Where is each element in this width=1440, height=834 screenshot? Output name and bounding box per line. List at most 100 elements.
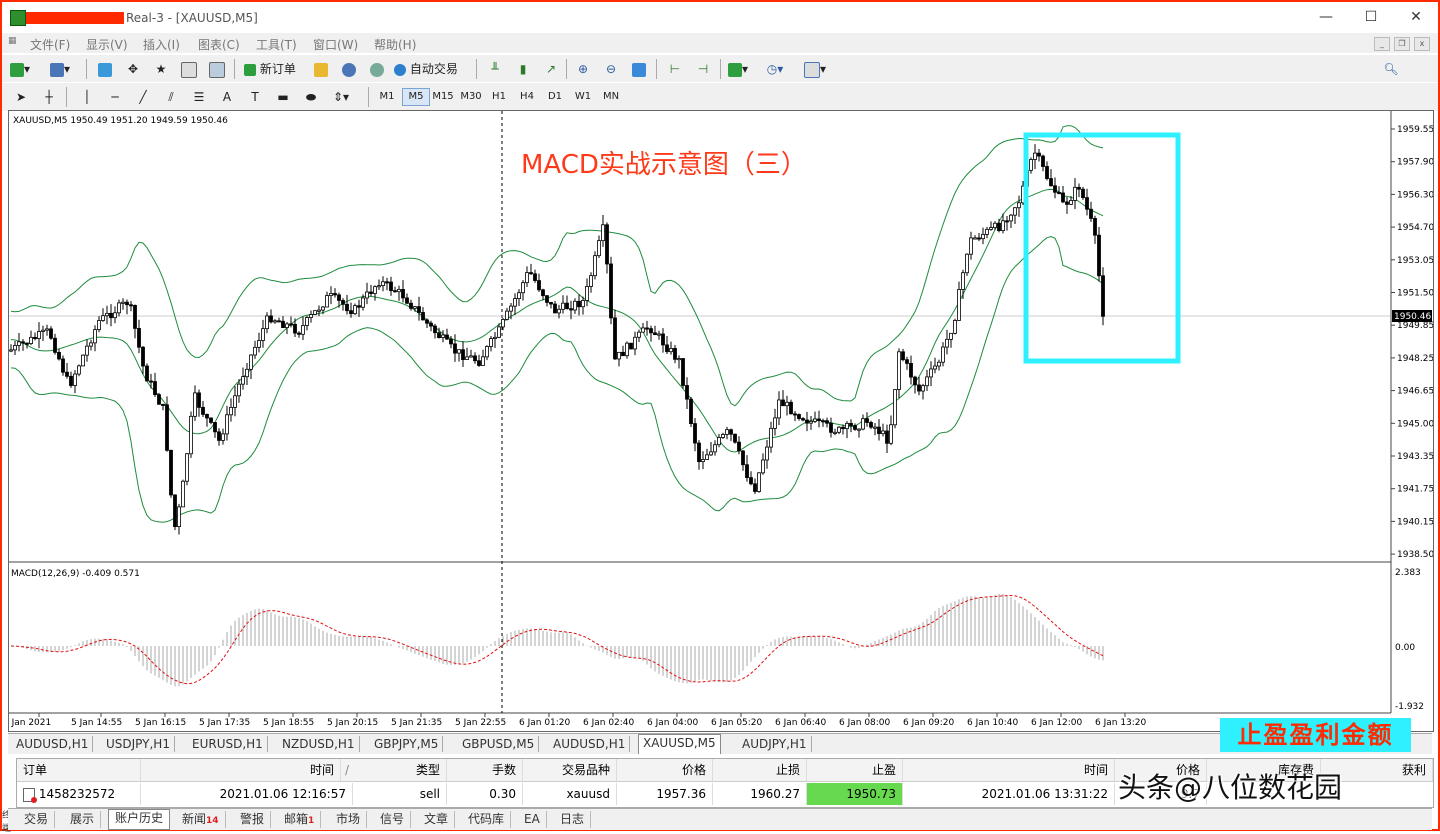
candle-body	[21, 341, 25, 344]
new-chart-icon[interactable]: ▾	[10, 60, 30, 78]
metaeditor-icon[interactable]	[312, 60, 330, 78]
line-chart-icon[interactable]: ↗	[542, 60, 560, 78]
tab-gbpusd-m5[interactable]: GBPUSD,M5	[458, 736, 540, 752]
tab-mailbox[interactable]: 邮箱1	[278, 811, 322, 828]
market-watch-icon[interactable]	[96, 60, 114, 78]
candle-body	[605, 224, 609, 265]
autoscroll-icon[interactable]: ⊢	[666, 60, 684, 78]
bar-chart-icon[interactable]: ╨	[486, 60, 504, 78]
zoom-in-icon[interactable]: ⊕	[574, 60, 592, 78]
timeframe-mn[interactable]: MN	[598, 88, 624, 106]
tile-windows-icon[interactable]	[630, 60, 648, 78]
menu-tools[interactable]: 工具(T)	[256, 36, 297, 53]
order-doc-icon	[23, 787, 37, 803]
terminal-icon[interactable]	[180, 60, 198, 78]
indicators-icon[interactable]: ▾	[728, 60, 748, 78]
fibonacci-icon[interactable]: ☰	[190, 88, 208, 106]
tab-audusd-h1[interactable]: AUDUSD,H1	[12, 736, 94, 752]
tab-exposure[interactable]: 展示	[64, 811, 102, 828]
tab-articles[interactable]: 文章	[418, 811, 456, 828]
col-type[interactable]: 类型	[353, 759, 447, 781]
equidistant-channel-icon[interactable]: ⫽	[162, 88, 180, 106]
maximize-button[interactable]: ☐	[1362, 8, 1380, 26]
chart-shift-icon[interactable]: ⊣	[694, 60, 712, 78]
candle-body	[537, 280, 541, 291]
mdi-minimize-button[interactable]: _	[1374, 37, 1390, 51]
timeframe-m15[interactable]: M15	[430, 88, 456, 106]
col-price[interactable]: 价格	[617, 759, 713, 781]
menu-file[interactable]: 文件(F)	[30, 36, 70, 53]
trendline-icon[interactable]: ╱	[134, 88, 152, 106]
periods-clock-icon[interactable]: ◷▾	[766, 60, 784, 78]
crosshair-icon[interactable]: ┼	[40, 88, 58, 106]
new-order-button[interactable]: 新订单	[244, 60, 304, 78]
col-tp[interactable]: 止盈	[807, 759, 903, 781]
tab-audusd-h1-2[interactable]: AUDUSD,H1	[549, 736, 631, 752]
tab-trade[interactable]: 交易	[18, 811, 56, 828]
text-tool-icon[interactable]: A	[218, 88, 236, 106]
candle-body	[29, 336, 33, 344]
timeframe-m1[interactable]: M1	[374, 88, 400, 106]
user-icon[interactable]	[340, 60, 358, 78]
tab-account-history[interactable]: 账户历史	[108, 809, 171, 830]
col-time[interactable]: 时间	[141, 759, 341, 781]
favorites-star-icon[interactable]: ★	[152, 60, 170, 78]
tab-gbpjpy-m5[interactable]: GBPJPY,M5	[370, 736, 444, 752]
zoom-out-icon[interactable]: ⊖	[602, 60, 620, 78]
templates-icon[interactable]: ▾	[804, 60, 826, 78]
menu-chart[interactable]: 图表(C)	[198, 36, 240, 53]
candlestick-icon[interactable]: ▮	[514, 60, 532, 78]
col-close-time[interactable]: 时间	[903, 759, 1115, 781]
tab-code-base[interactable]: 代码库	[462, 811, 512, 828]
horizontal-line-icon[interactable]: ─	[106, 88, 124, 106]
timeframe-d1[interactable]: D1	[542, 88, 568, 106]
chart-window[interactable]: 1959.55 1957.90 1956.30 1954.70 1953.05 1951.…	[3, 110, 1434, 732]
menu-insert[interactable]: 插入(I)	[143, 36, 180, 53]
tab-journal[interactable]: 日志	[554, 811, 592, 828]
candle-body	[525, 272, 529, 284]
timeframe-m30[interactable]: M30	[458, 88, 484, 106]
tab-news[interactable]: 新闻14	[176, 811, 226, 828]
tab-usdjpy-h1[interactable]: USDJPY,H1	[102, 736, 175, 752]
col-order[interactable]: 订单	[17, 759, 141, 781]
menu-window[interactable]: 窗口(W)	[313, 36, 358, 53]
tab-xauusd-m5[interactable]: XAUUSD,M5	[638, 734, 721, 754]
mdi-close-button[interactable]: x	[1414, 37, 1430, 51]
col-symbol[interactable]: 交易品种	[523, 759, 617, 781]
timeframe-h4[interactable]: H4	[514, 88, 540, 106]
timeframe-h1[interactable]: H1	[486, 88, 512, 106]
menu-view[interactable]: 显示(V)	[86, 36, 128, 53]
arrows-icon[interactable]: ⇕▾	[332, 88, 350, 106]
profiles-icon[interactable]: ▾	[50, 60, 70, 78]
tab-experts[interactable]: EA	[518, 811, 547, 828]
minimize-button[interactable]: —	[1317, 8, 1335, 26]
crosshair-nav-icon[interactable]: ✥	[124, 60, 142, 78]
candle-body	[745, 464, 749, 479]
tab-alerts[interactable]: 警报	[234, 811, 272, 828]
menu-help[interactable]: 帮助(H)	[374, 36, 416, 53]
timeframe-w1[interactable]: W1	[570, 88, 596, 106]
close-button[interactable]: ✕	[1407, 8, 1425, 26]
candle-body	[929, 368, 933, 378]
signals-icon[interactable]	[368, 60, 386, 78]
ellipse-icon[interactable]: ⬬	[302, 88, 320, 106]
timeframe-m5[interactable]: M5	[402, 88, 430, 106]
tab-eurusd-h1[interactable]: EURUSD,H1	[188, 736, 268, 752]
tab-audjpy-h1[interactable]: AUDJPY,H1	[738, 736, 812, 752]
tester-icon[interactable]	[208, 60, 226, 78]
candle-body	[989, 227, 993, 230]
cursor-icon[interactable]: ➤	[12, 88, 30, 106]
price-chart[interactable]: 1959.55 1957.90 1956.30 1954.70 1953.05 1951.…	[3, 111, 1434, 731]
candle-body	[317, 309, 321, 312]
vertical-line-icon[interactable]: │	[78, 88, 96, 106]
col-sl[interactable]: 止损	[713, 759, 807, 781]
auto-trading-button[interactable]: 自动交易	[394, 60, 468, 78]
search-icon[interactable]: 🔍︎	[1382, 60, 1400, 78]
tab-market[interactable]: 市场	[330, 811, 368, 828]
tab-nzdusd-h1[interactable]: NZDUSD,H1	[278, 736, 360, 752]
col-lots[interactable]: 手数	[447, 759, 523, 781]
mdi-restore-button[interactable]: ❐	[1394, 37, 1410, 51]
text-label-icon[interactable]: T	[246, 88, 264, 106]
rectangle-icon[interactable]: ▬	[274, 88, 292, 106]
tab-signals[interactable]: 信号	[374, 811, 412, 828]
